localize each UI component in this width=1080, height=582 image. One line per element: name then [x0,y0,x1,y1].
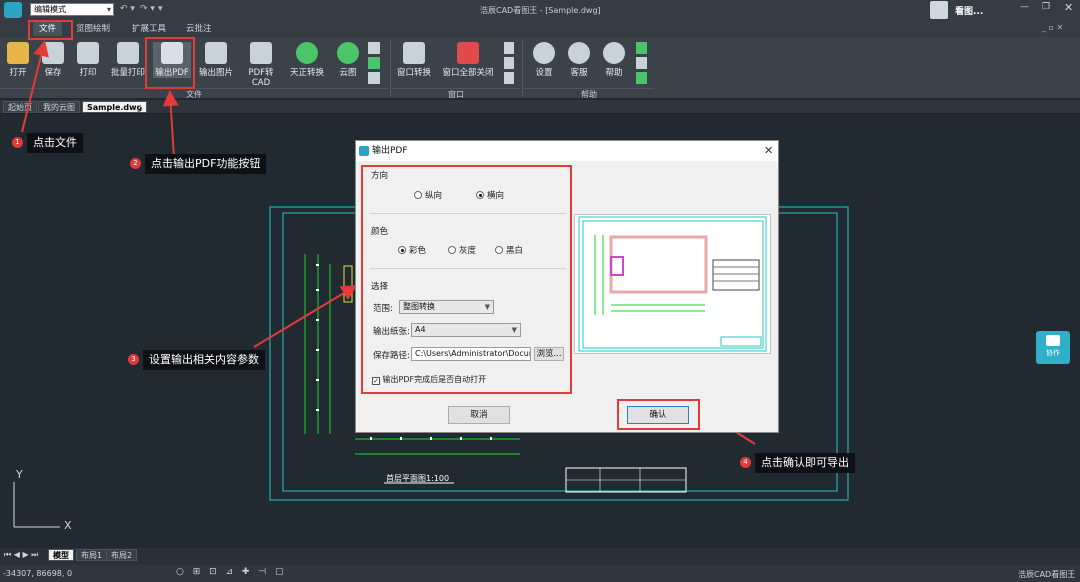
dialog-title: 输出PDF [372,146,408,156]
save-path-input[interactable]: C:\Users\Administrator\Documents\ [411,347,531,361]
step-2-badge: 2 [130,158,141,169]
confirm-button[interactable]: 确认 [627,406,689,424]
step-4-callout: 点击确认即可导出 [755,453,855,473]
dialog-logo-icon [359,146,369,156]
status-bar [0,565,1080,582]
layout-bar [0,548,1080,565]
step-3-badge: 3 [128,354,139,365]
preview-drawing [578,216,767,352]
portrait-radio[interactable]: 纵向 [414,189,442,201]
export-pdf-dialog: 输出PDF ✕ 方向 纵向 横向 颜色 彩色 灰度 黑白 选择 范围: 整图转换… [355,140,779,433]
landscape-radio[interactable]: 横向 [476,189,504,201]
direction-label: 方向 [371,171,389,181]
paper-select[interactable]: A4 ▼ [411,323,521,337]
radio-dot [448,246,456,254]
select-label: 选择 [371,282,389,292]
divider [370,213,566,214]
step-4-badge: 4 [740,457,751,468]
tab-layout1[interactable]: 布局1 [76,549,108,561]
dialog-titlebar: 输出PDF [356,141,778,161]
browse-button[interactable]: 浏览... [534,347,564,361]
step-1-callout: 点击文件 [27,133,83,153]
radio-dot [495,246,503,254]
range-label: 范围: [373,304,393,314]
step-1-badge: 1 [12,137,23,148]
pdf-preview [574,214,771,354]
radio-dot [414,191,422,199]
color-label: 颜色 [371,227,389,237]
tab-model[interactable]: 模型 [48,549,74,561]
path-label: 保存路径: [373,351,410,361]
color-radio[interactable]: 彩色 [398,244,426,256]
cancel-button[interactable]: 取消 [448,406,510,424]
divider [370,268,566,269]
range-select[interactable]: 整图转换 ▼ [399,300,494,314]
bw-radio[interactable]: 黑白 [495,244,523,256]
status-app-name: 浩辰CAD看图王 [1018,570,1076,579]
paper-label: 输出纸张: [373,327,410,337]
grayscale-radio[interactable]: 灰度 [448,244,476,256]
step-2-callout: 点击输出PDF功能按钮 [145,154,267,174]
step-3-callout: 设置输出相关内容参数 [143,350,265,370]
radio-dot-selected [476,191,484,199]
tab-layout2[interactable]: 布局2 [106,549,138,561]
radio-dot-selected [398,246,406,254]
layout-nav-icons[interactable]: ⏮ ◀ ▶ ⏭ [4,550,38,560]
auto-open-checkbox[interactable]: ✓ 输出PDF完成后是否自动打开 [372,374,486,385]
dialog-close-button[interactable]: ✕ [764,144,773,157]
coordinates: -34307, 86698, 0 [3,569,73,578]
snap-toggle-icons[interactable]: ○ ⊞ ⊡ ⊿ ✚ ⊣ ▢ [176,567,287,577]
checkbox-checked-icon: ✓ [372,377,380,385]
